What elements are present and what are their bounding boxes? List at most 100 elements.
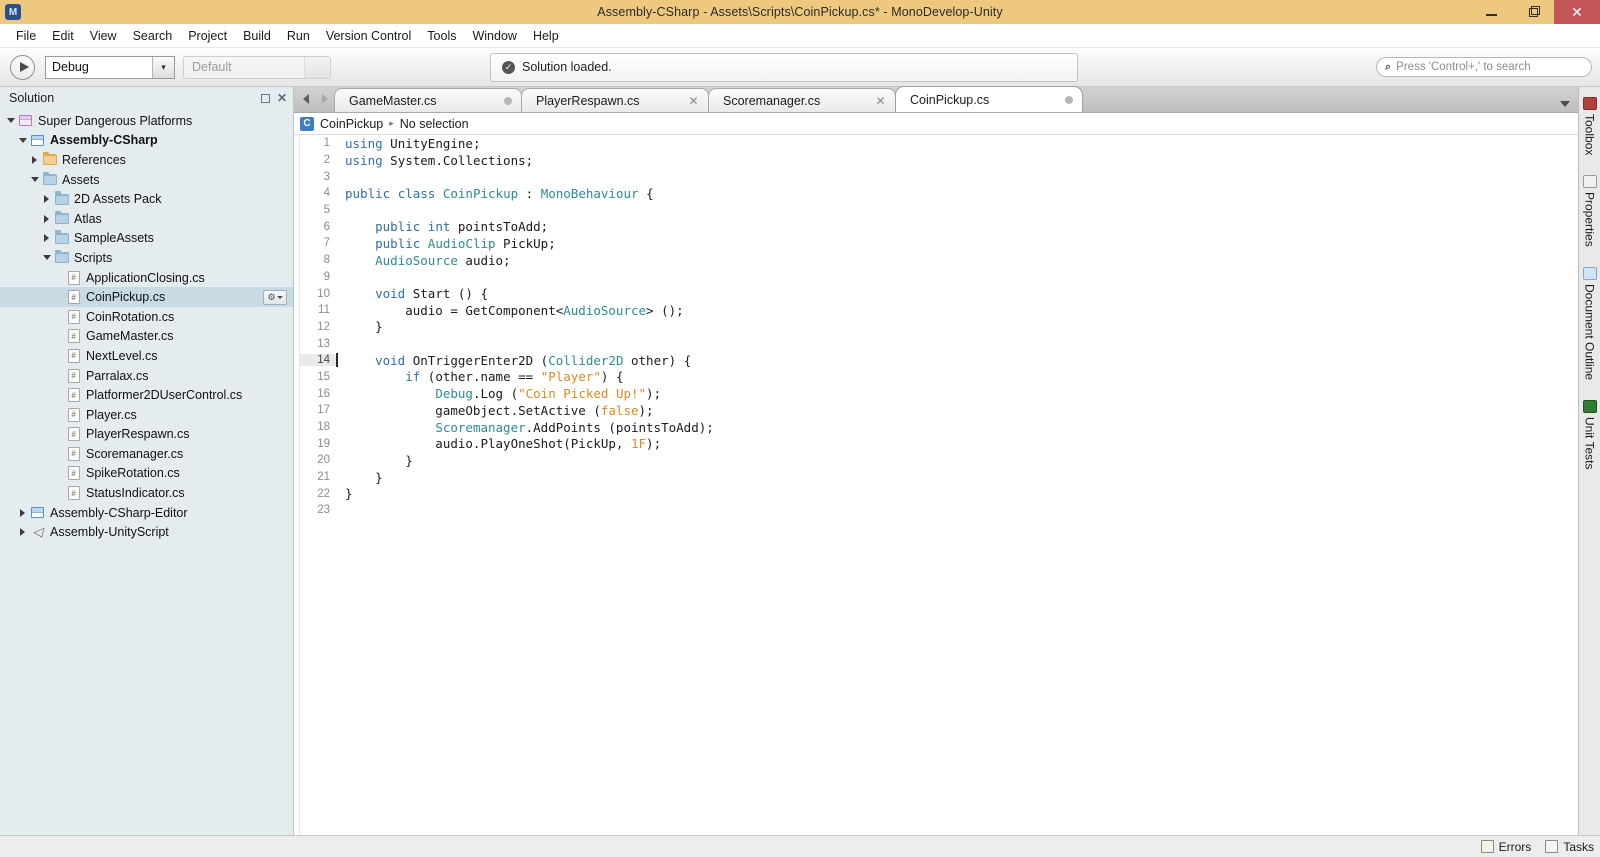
code-line[interactable]: 13 bbox=[300, 335, 1578, 352]
tree-item[interactable]: SampleAssets bbox=[0, 229, 293, 249]
dock-tab-unit-tests[interactable]: Unit Tests bbox=[1581, 394, 1599, 483]
tree-item[interactable]: Scripts bbox=[0, 248, 293, 268]
expander-down-icon[interactable] bbox=[28, 177, 41, 183]
code-line[interactable]: 6 public int pointsToAdd; bbox=[300, 218, 1578, 235]
code-line[interactable]: 2 using System.Collections; bbox=[300, 152, 1578, 169]
runtime-select[interactable]: Default bbox=[183, 55, 331, 79]
tree-item[interactable]: # CoinPickup.cs ⚙ bbox=[0, 287, 293, 307]
code-line[interactable]: 23 bbox=[300, 502, 1578, 519]
code-line[interactable]: 10 void Start () { bbox=[300, 285, 1578, 302]
code-line[interactable]: 3 bbox=[300, 168, 1578, 185]
code-line[interactable]: 18 Scoremanager.AddPoints (pointsToAdd); bbox=[300, 419, 1578, 436]
tree-item[interactable]: # Parralax.cs bbox=[0, 366, 293, 386]
dock-tab-document-outline[interactable]: Document Outline bbox=[1581, 261, 1599, 394]
code-line[interactable]: 17 gameObject.SetActive (false); bbox=[300, 402, 1578, 419]
tree-item[interactable]: Super Dangerous Platforms bbox=[0, 111, 293, 131]
tree-item[interactable]: # CoinRotation.cs bbox=[0, 307, 293, 327]
tree-item[interactable]: ◁ Assembly-UnityScript bbox=[0, 522, 293, 542]
tree-item[interactable]: # Platformer2DUserControl.cs bbox=[0, 385, 293, 405]
breadcrumb-member[interactable]: No selection bbox=[400, 117, 469, 131]
menu-help[interactable]: Help bbox=[525, 26, 567, 46]
expander-down-icon[interactable] bbox=[16, 137, 29, 143]
tree-item[interactable]: # Player.cs bbox=[0, 405, 293, 425]
code-line[interactable]: 15 if (other.name == "Player") { bbox=[300, 369, 1578, 386]
tree-item[interactable]: # StatusIndicator.cs bbox=[0, 483, 293, 503]
expander-right-icon[interactable] bbox=[28, 155, 41, 164]
close-button[interactable]: ✕ bbox=[1554, 0, 1600, 24]
tab-overflow-chevron-icon[interactable] bbox=[1560, 101, 1570, 107]
tasks-pad-button[interactable]: Tasks bbox=[1545, 840, 1594, 854]
dock-tab-properties[interactable]: Properties bbox=[1581, 169, 1599, 261]
expander-down-icon[interactable] bbox=[4, 118, 17, 124]
tree-item-options-button[interactable]: ⚙ bbox=[263, 289, 287, 305]
code-line[interactable]: 16 Debug.Log ("Coin Picked Up!"); bbox=[300, 385, 1578, 402]
code-line[interactable]: 12 } bbox=[300, 319, 1578, 336]
menu-build[interactable]: Build bbox=[235, 26, 279, 46]
maximize-restore-button[interactable] bbox=[1512, 0, 1554, 24]
menu-edit[interactable]: Edit bbox=[44, 26, 82, 46]
minimize-button[interactable] bbox=[1470, 0, 1512, 24]
tree-item[interactable]: Assets bbox=[0, 170, 293, 190]
document-tab[interactable]: Scoremanager.cs ✕ bbox=[708, 88, 896, 112]
pad-minimize-icon[interactable] bbox=[260, 93, 270, 103]
tree-item[interactable]: # NextLevel.cs bbox=[0, 346, 293, 366]
document-modified-dot-icon[interactable] bbox=[1065, 95, 1073, 104]
document-tab-close-icon[interactable]: ✕ bbox=[875, 94, 886, 108]
document-tab[interactable]: PlayerRespawn.cs ✕ bbox=[521, 88, 709, 112]
code-line[interactable]: 19 audio.PlayOneShot(PickUp, 1F); bbox=[300, 435, 1578, 452]
menu-project[interactable]: Project bbox=[180, 26, 235, 46]
status-panel[interactable]: ✓ Solution loaded. bbox=[490, 52, 1078, 82]
tree-item[interactable]: References bbox=[0, 150, 293, 170]
runtime-chevron-icon[interactable] bbox=[304, 56, 330, 78]
run-button[interactable] bbox=[10, 54, 35, 80]
global-search-input[interactable]: ⌕ Press 'Control+,' to search bbox=[1376, 57, 1592, 77]
code-lines[interactable]: 1 using UnityEngine; 2 using System.Collect… bbox=[300, 135, 1578, 835]
menu-tools[interactable]: Tools bbox=[419, 26, 464, 46]
tree-item[interactable]: # ApplicationClosing.cs bbox=[0, 268, 293, 288]
code-line[interactable]: 8 AudioSource audio; bbox=[300, 252, 1578, 269]
code-line[interactable]: 1 using UnityEngine; bbox=[300, 135, 1578, 152]
document-tab-close-icon[interactable]: ✕ bbox=[688, 94, 699, 108]
code-line[interactable]: 9 bbox=[300, 269, 1578, 286]
code-line[interactable]: 21 } bbox=[300, 469, 1578, 486]
tree-item[interactable]: 2D Assets Pack bbox=[0, 189, 293, 209]
code-line[interactable]: 5 bbox=[300, 202, 1578, 219]
code-line[interactable]: 20 } bbox=[300, 452, 1578, 469]
menu-view[interactable]: View bbox=[82, 26, 125, 46]
configuration-select[interactable]: Debug ▾ bbox=[45, 55, 175, 79]
code-line[interactable]: 11 audio = GetComponent<AudioSource> (); bbox=[300, 302, 1578, 319]
expander-down-icon[interactable] bbox=[40, 255, 53, 261]
document-modified-dot-icon[interactable] bbox=[504, 96, 512, 105]
tree-item[interactable]: # SpikeRotation.cs bbox=[0, 464, 293, 484]
tree-item[interactable]: # PlayerRespawn.cs bbox=[0, 425, 293, 445]
tree-item[interactable]: # Scoremanager.cs bbox=[0, 444, 293, 464]
code-line[interactable]: 14 void OnTriggerEnter2D (Collider2D oth… bbox=[300, 352, 1578, 369]
code-editor[interactable]: 1 using UnityEngine; 2 using System.Collect… bbox=[294, 135, 1578, 835]
code-line[interactable]: 4 public class CoinPickup : MonoBehaviour… bbox=[300, 185, 1578, 202]
menu-run[interactable]: Run bbox=[279, 26, 318, 46]
tree-item[interactable]: Assembly-CSharp-Editor bbox=[0, 503, 293, 523]
menu-version-control[interactable]: Version Control bbox=[318, 26, 419, 46]
tree-item[interactable]: # GameMaster.cs bbox=[0, 327, 293, 347]
code-line[interactable]: 7 public AudioClip PickUp; bbox=[300, 235, 1578, 252]
expander-right-icon[interactable] bbox=[16, 528, 29, 537]
expander-right-icon[interactable] bbox=[40, 234, 53, 243]
expander-right-icon[interactable] bbox=[16, 508, 29, 517]
tab-nav-back-button[interactable] bbox=[296, 86, 315, 112]
chevron-down-icon[interactable]: ▾ bbox=[152, 56, 174, 78]
tree-item[interactable]: Atlas bbox=[0, 209, 293, 229]
menu-window[interactable]: Window bbox=[464, 26, 524, 46]
menu-file[interactable]: File bbox=[8, 26, 44, 46]
pad-close-icon[interactable]: ✕ bbox=[277, 92, 287, 104]
breadcrumb-class[interactable]: CoinPickup bbox=[320, 117, 383, 131]
expander-right-icon[interactable] bbox=[40, 214, 53, 223]
code-line[interactable]: 22} bbox=[300, 485, 1578, 502]
errors-pad-button[interactable]: Errors bbox=[1480, 840, 1531, 854]
tab-nav-forward-button[interactable] bbox=[315, 86, 334, 112]
dock-tab-toolbox[interactable]: Toolbox bbox=[1581, 91, 1599, 169]
document-tab[interactable]: CoinPickup.cs bbox=[895, 86, 1083, 112]
menu-search[interactable]: Search bbox=[125, 26, 181, 46]
expander-right-icon[interactable] bbox=[40, 195, 53, 204]
tree-item[interactable]: Assembly-CSharp bbox=[0, 131, 293, 151]
document-tab[interactable]: GameMaster.cs bbox=[334, 88, 522, 112]
